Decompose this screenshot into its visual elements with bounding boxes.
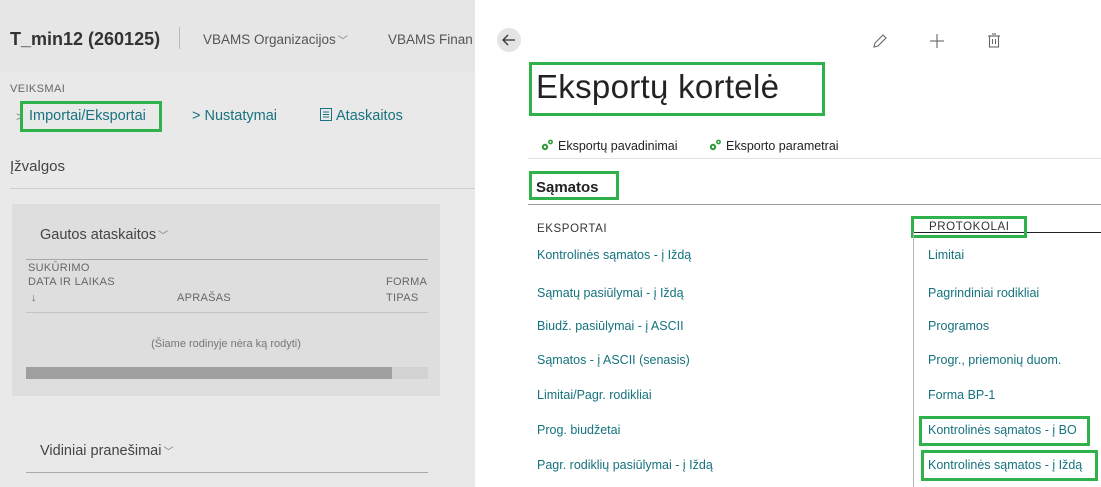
actions-heading: VEIKSMAI: [10, 83, 66, 95]
sort-arrow-icon: ↓: [31, 292, 37, 304]
chevron-down-icon: ﹀: [337, 36, 348, 47]
column-header-form[interactable]: FORMA: [386, 276, 427, 288]
divider: [26, 472, 428, 473]
gears-icon: [709, 139, 721, 151]
nav-menu-finance[interactable]: VBAMS Finan: [388, 32, 473, 47]
protocol-link[interactable]: Pagrindiniai rodikliai: [928, 286, 1039, 300]
column-header-description[interactable]: APRAŠAS: [177, 292, 231, 304]
back-arrow-icon: [502, 34, 515, 46]
divider: [26, 259, 428, 260]
toolbar-export-parameters[interactable]: Eksporto parametrai: [708, 138, 839, 153]
action-settings[interactable]: > Nustatymai: [192, 108, 277, 124]
pencil-icon: [873, 34, 887, 48]
protocol-link[interactable]: Programos: [928, 319, 989, 333]
action-reports-label: Ataskaitos: [336, 108, 403, 124]
empty-list-message: (Šiame rodinyje nėra ką rodyti): [151, 338, 301, 350]
export-link[interactable]: Pagr. rodiklių pasiūlymai - į Iždą: [537, 458, 713, 472]
export-link[interactable]: Prog. biudžetai: [537, 423, 620, 437]
insights-title: Įžvalgos: [10, 158, 66, 175]
nav-menu-label: VBAMS Organizacijos: [203, 32, 336, 47]
column-header-type[interactable]: TIPAS: [386, 292, 418, 304]
divider: [10, 188, 475, 189]
protocol-link[interactable]: Forma BP-1: [928, 388, 995, 402]
protocol-link[interactable]: Limitai: [928, 248, 964, 262]
received-reports-label: Gautos ataskaitos: [40, 227, 157, 243]
column-header-created[interactable]: SUKŪRIMO: [28, 262, 90, 274]
highlight-box: [529, 62, 825, 116]
toolbar-label: Eksporto parametrai: [726, 139, 839, 153]
report-icon: [320, 108, 332, 121]
toolbar-divider: [528, 158, 1101, 159]
chevron-down-icon: ﹀: [158, 231, 169, 242]
received-reports-title[interactable]: Gautos ataskaitos ﹀: [40, 227, 168, 243]
export-link[interactable]: Sąmatos - į ASCII (senasis): [537, 353, 690, 367]
new-button[interactable]: [927, 31, 947, 51]
divider: [26, 312, 428, 313]
export-link[interactable]: Limitai/Pagr. rodikliai: [537, 388, 652, 402]
trash-icon: [988, 33, 1000, 48]
gears-icon: [541, 139, 553, 151]
nav-menu-label: VBAMS Finan: [388, 32, 473, 47]
column-header-date-time[interactable]: DATA IR LAIKAS: [28, 276, 115, 288]
company-title: T_min12 (260125): [10, 29, 161, 49]
exports-heading: EKSPORTAI: [537, 223, 608, 235]
export-link[interactable]: Biudž. pasiūlymai - į ASCII: [537, 319, 684, 333]
protocol-link[interactable]: Progr., priemonių duom.: [928, 353, 1061, 367]
highlight-box: [921, 450, 1098, 481]
section-divider: [528, 204, 1101, 205]
edit-button[interactable]: [870, 31, 890, 51]
internal-messages-title[interactable]: Vidiniai pranešimai ﹀: [40, 443, 173, 459]
chevron-down-icon: ﹀: [163, 447, 174, 458]
column-separator: [913, 232, 914, 487]
highlight-box: [529, 171, 619, 200]
plus-icon: [930, 34, 944, 48]
toolbar-label: Eksportų pavadinimai: [558, 139, 678, 153]
back-button[interactable]: [497, 28, 521, 52]
nav-menu-organizations[interactable]: VBAMS Organizacijos ﹀: [203, 32, 348, 47]
highlight-box: [911, 216, 1027, 238]
highlight-box: [919, 416, 1090, 446]
title-separator: [179, 27, 180, 49]
role-center-background: T_min12 (260125) VBAMS Organizacijos ﹀ VB…: [0, 0, 475, 487]
toolbar-export-names[interactable]: Eksportų pavadinimai: [540, 138, 678, 153]
export-link[interactable]: Sąmatų pasiūlymai - į Iždą: [537, 286, 684, 300]
export-link[interactable]: Kontrolinės sąmatos - į Iždą: [537, 248, 691, 262]
action-reports[interactable]: Ataskaitos: [320, 108, 403, 124]
highlight-box: [20, 101, 162, 132]
delete-button[interactable]: [984, 31, 1004, 51]
horizontal-scrollbar-thumb[interactable]: [26, 367, 392, 379]
internal-messages-label: Vidiniai pranešimai: [40, 443, 162, 459]
